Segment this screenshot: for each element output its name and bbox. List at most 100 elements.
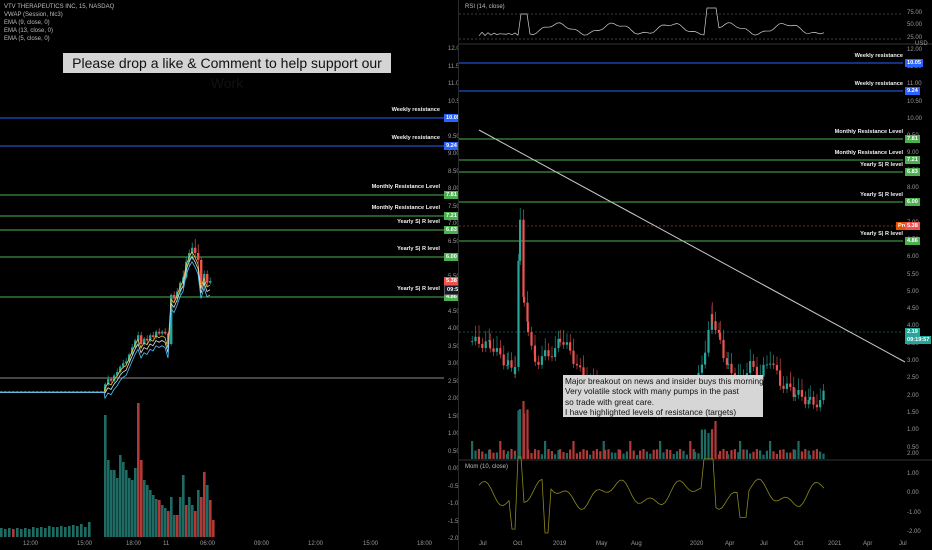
volume-bar	[140, 460, 143, 537]
legend-vwap[interactable]: VWAP (Session, hlc3)	[4, 11, 114, 19]
volume-bar	[742, 449, 745, 459]
candle-body	[717, 329, 720, 333]
candle-body	[785, 383, 788, 389]
volume-bar	[822, 453, 825, 459]
candle-body	[495, 348, 498, 352]
volume-bar	[116, 478, 119, 537]
volume-bar	[36, 528, 39, 537]
volume-bar	[694, 451, 697, 459]
candle-body	[477, 336, 480, 344]
momentum-axis-tick: -1.00	[907, 509, 921, 516]
candle-body	[489, 340, 492, 349]
price-axis-tick: 10.50	[907, 98, 923, 105]
candle-body	[146, 338, 149, 341]
candle-body	[161, 331, 164, 334]
volume-bar	[161, 505, 164, 537]
volume-bar	[471, 441, 474, 459]
volume-bar	[20, 529, 23, 537]
candle-body	[822, 390, 825, 401]
price-axis-tick: 1.50	[448, 413, 458, 420]
volume-bar	[804, 449, 807, 459]
volume-bar	[44, 528, 47, 537]
legend-ema-9[interactable]: EMA (9, close, 0)	[4, 19, 114, 27]
right-chart-pane[interactable]: RSI (14, close) Mom (10, close) USD Majo…	[459, 0, 932, 550]
candle-body	[527, 321, 530, 333]
volume-bar	[510, 449, 513, 459]
candle-body	[140, 335, 143, 344]
volume-bar	[60, 526, 63, 537]
volume-bar	[619, 449, 622, 459]
volume-bar	[562, 452, 565, 459]
level-label: Weekly resistance	[391, 107, 440, 113]
price-axis-tick: -2.00	[448, 536, 458, 542]
price-axis-tick: 1.00	[448, 431, 458, 437]
candle-body	[510, 360, 513, 368]
price-axis-tick: -1.50	[448, 518, 458, 525]
volume-bar	[607, 449, 610, 459]
candle-body	[782, 385, 785, 389]
left-chart-pane[interactable]: VTV THERAPEUTICS INC, 15, NASDAQ VWAP (S…	[0, 0, 458, 550]
volume-bar	[519, 409, 522, 459]
volume-bar	[80, 524, 83, 537]
candle-body	[554, 348, 557, 357]
volume-bar	[752, 451, 755, 459]
candle-body	[707, 329, 710, 353]
candle-body	[749, 361, 752, 374]
volume-bar	[48, 526, 51, 537]
volume-bar	[527, 449, 530, 459]
level-price-tag: 10.05	[444, 114, 458, 122]
volume-bar	[604, 449, 607, 459]
volume-bar	[188, 497, 191, 537]
volume-bar	[599, 451, 602, 459]
volume-bar	[662, 452, 665, 459]
candle-body	[492, 348, 495, 352]
price-axis-tick: 11.00	[448, 81, 458, 87]
volume-bar	[745, 449, 748, 459]
candle-body	[514, 367, 517, 374]
volume-bar	[110, 470, 113, 537]
candle-body	[812, 396, 815, 405]
price-axis-tick: 3.00	[907, 358, 919, 364]
candle-body	[775, 364, 778, 371]
candle-body	[537, 361, 540, 365]
legend-ema-13[interactable]: EMA (13, close, 0)	[4, 27, 114, 35]
volume-bar	[182, 475, 185, 537]
volume-bar	[492, 452, 495, 459]
last-price-tag: 5.38	[444, 277, 458, 285]
time-axis-tick: 2021	[828, 541, 842, 547]
candle-body	[714, 321, 717, 330]
volume-bar	[595, 449, 598, 459]
level-price-tag: 9.24	[444, 142, 458, 150]
volume-bar	[649, 453, 652, 459]
time-axis-tick: 15:00	[77, 541, 93, 547]
candle-body	[704, 352, 707, 365]
momentum-axis-tick: 2.00	[907, 451, 919, 457]
candle-body	[727, 363, 730, 365]
volume-bar	[636, 454, 639, 459]
volume-bar	[12, 529, 15, 537]
time-axis-tick: Apr	[863, 541, 873, 547]
volume-bar	[794, 449, 797, 459]
candle-body	[800, 389, 803, 397]
time-axis-tick: 12:00	[23, 541, 39, 547]
legend-ema-5[interactable]: EMA (5, close, 0)	[4, 35, 114, 43]
candle-body	[815, 404, 818, 408]
price-axis-tick: 9.50	[448, 133, 458, 140]
candle-body	[779, 370, 782, 386]
momentum-axis-tick: -2.00	[907, 529, 921, 535]
volume-bar	[815, 449, 818, 459]
price-axis-tick: 5.00	[907, 288, 919, 295]
candle-body	[519, 219, 522, 261]
level-label: Yearly S| R level	[397, 246, 440, 252]
candle-body	[769, 363, 772, 365]
candle-body	[547, 350, 550, 357]
volume-bar	[104, 415, 107, 537]
volume-bar	[125, 470, 128, 537]
level-label: Monthly Resistance Level	[834, 129, 903, 135]
price-axis-tick: 1.50	[907, 409, 919, 416]
candle-body	[523, 296, 526, 303]
time-axis-tick: May	[596, 541, 608, 547]
level-price-tag: 6.00	[905, 198, 920, 206]
volume-bar	[495, 452, 498, 459]
legend-symbol[interactable]: VTV THERAPEUTICS INC, 15, NASDAQ	[4, 3, 114, 11]
